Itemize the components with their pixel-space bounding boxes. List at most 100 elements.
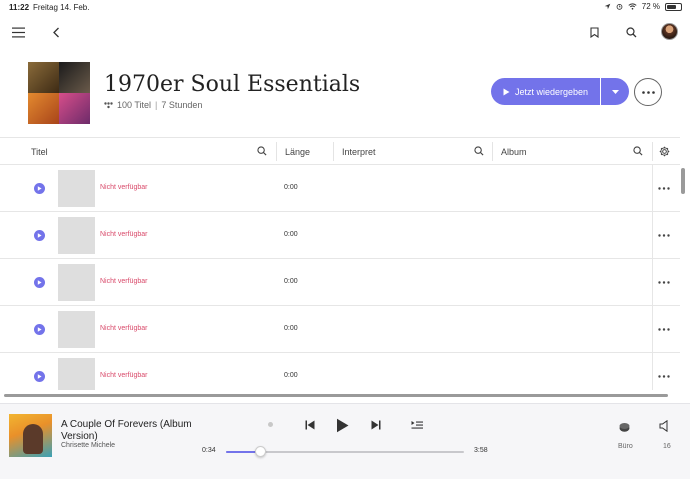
chevron-left-icon [53, 27, 59, 37]
track-duration: 0:00 [284, 231, 298, 238]
play-now-button[interactable]: Jetzt wiedergeben [491, 78, 600, 105]
search-button[interactable] [625, 25, 638, 39]
more-horizontal-icon [658, 374, 670, 378]
volume-icon [659, 420, 667, 432]
now-playing-title[interactable]: A Couple Of Forevers (Album Version) [61, 419, 196, 443]
status-time: 11:22 [9, 3, 30, 12]
row-more-button[interactable] [657, 230, 671, 240]
track-count: 100 Titel [117, 100, 152, 110]
previous-button[interactable] [303, 418, 317, 432]
track-thumbnail [58, 217, 95, 254]
track-status: Nicht verfügbar [100, 372, 148, 379]
row-more-button[interactable] [657, 371, 671, 381]
next-button[interactable] [369, 418, 383, 432]
play-icon [37, 374, 42, 379]
table-row[interactable]: Nicht verfügbar 0:00 [0, 259, 680, 306]
column-album[interactable]: Album [501, 147, 527, 157]
search-icon [474, 146, 484, 156]
wifi-icon [628, 3, 637, 10]
status-bar: 11:22 Freitag 14. Feb. 72 % [0, 0, 690, 14]
play-icon [336, 418, 348, 432]
column-artist[interactable]: Interpret [342, 147, 376, 157]
title-search-button[interactable] [256, 145, 268, 157]
table-row[interactable]: Nicht verfügbar 0:00 [0, 212, 680, 259]
track-thumbnail [58, 311, 95, 348]
speaker-icon [619, 423, 629, 432]
column-settings-button[interactable] [658, 145, 671, 158]
row-more-button[interactable] [657, 324, 671, 334]
location-icon [604, 3, 611, 10]
total-time: 3:58 [474, 447, 488, 454]
search-icon [626, 26, 637, 37]
row-play-button[interactable] [34, 324, 45, 335]
search-icon [633, 146, 643, 156]
play-icon [37, 280, 42, 285]
elapsed-time: 0:34 [202, 447, 216, 454]
volume-button[interactable] [657, 419, 671, 433]
search-icon [257, 146, 267, 156]
playlist-cover [28, 62, 90, 124]
tracks-icon [104, 101, 113, 108]
table-row[interactable]: Nicht verfügbar 0:00 [0, 353, 680, 390]
play-options-button[interactable] [601, 78, 629, 105]
bookmark-button[interactable] [588, 25, 601, 39]
play-icon [37, 233, 42, 238]
track-duration: 0:00 [284, 325, 298, 332]
table-row[interactable]: Nicht verfügbar 0:00 [0, 306, 680, 353]
table-header: Titel Länge Interpret Album [0, 137, 680, 165]
playlist-meta: 100 Titel | 7 Stunden [104, 100, 202, 110]
more-horizontal-icon [658, 186, 670, 190]
track-status: Nicht verfügbar [100, 325, 148, 332]
more-horizontal-icon [658, 233, 670, 237]
row-play-button[interactable] [34, 277, 45, 288]
playlist-duration: 7 Stunden [161, 100, 203, 110]
zone-name: Büro [618, 443, 633, 450]
back-button[interactable] [50, 25, 62, 39]
queue-icon [411, 421, 423, 429]
horizontal-scrollbar[interactable] [4, 394, 668, 397]
row-play-button[interactable] [34, 183, 45, 194]
row-more-button[interactable] [657, 277, 671, 287]
track-duration: 0:00 [284, 184, 298, 191]
top-nav [0, 20, 690, 46]
more-options-button[interactable] [634, 78, 662, 106]
artist-search-button[interactable] [473, 145, 485, 157]
status-date: Freitag 14. Feb. [33, 3, 90, 12]
row-play-button[interactable] [34, 230, 45, 241]
more-horizontal-icon [658, 280, 670, 284]
queue-button[interactable] [409, 418, 425, 432]
skip-next-icon [371, 420, 381, 430]
more-horizontal-icon [641, 90, 655, 94]
album-search-button[interactable] [632, 145, 644, 157]
zone-button[interactable] [617, 420, 631, 434]
gear-icon [659, 146, 670, 157]
skip-previous-icon [305, 420, 315, 430]
row-more-button[interactable] [657, 183, 671, 193]
play-icon [503, 88, 510, 95]
avatar[interactable] [661, 23, 678, 40]
progress-handle[interactable] [254, 446, 266, 457]
play-icon [37, 327, 42, 332]
track-status: Nicht verfügbar [100, 184, 148, 191]
play-now-label: Jetzt wiedergeben [514, 86, 589, 97]
track-duration: 0:00 [284, 278, 298, 285]
hamburger-icon [12, 27, 25, 37]
row-play-button[interactable] [34, 371, 45, 382]
track-list: Nicht verfügbar 0:00 Nicht verfügbar 0:0… [0, 165, 680, 390]
alarm-icon [616, 3, 623, 10]
track-thumbnail [58, 264, 95, 301]
menu-button[interactable] [11, 25, 26, 39]
track-thumbnail [58, 170, 95, 207]
column-title[interactable]: Titel [31, 147, 48, 157]
play-icon [37, 186, 42, 191]
track-duration: 0:00 [284, 372, 298, 379]
now-playing-cover[interactable] [9, 414, 52, 457]
vertical-scrollbar[interactable] [681, 168, 685, 194]
now-playing-artist[interactable]: Chrisette Michele [61, 442, 115, 449]
battery-percent: 72 % [641, 2, 660, 11]
play-button[interactable] [334, 416, 350, 434]
table-row[interactable]: Nicht verfügbar 0:00 [0, 165, 680, 212]
more-horizontal-icon [658, 327, 670, 331]
shuffle-indicator[interactable] [268, 422, 273, 427]
column-length[interactable]: Länge [285, 147, 310, 157]
